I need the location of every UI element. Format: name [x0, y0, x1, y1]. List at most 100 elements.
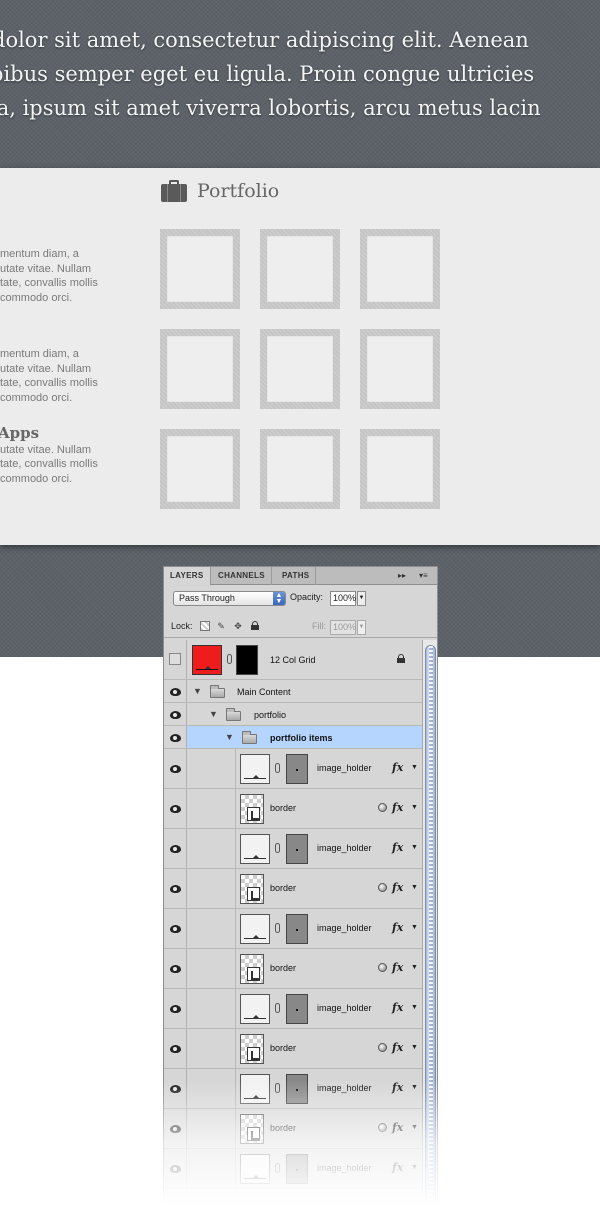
visibility-off-icon[interactable] — [169, 653, 181, 665]
layer-row[interactable]: border fx ▼ — [164, 1029, 422, 1069]
eye-icon[interactable] — [170, 688, 181, 696]
layer-row[interactable]: image_holder fx ▼ — [164, 1149, 422, 1189]
fill-dropdown-icon[interactable]: ▼ — [357, 620, 366, 635]
lock-brush-icon[interactable]: ✎ — [216, 621, 226, 631]
eye-icon[interactable] — [170, 1005, 181, 1013]
layer-row[interactable]: image_holder fx ▼ — [164, 829, 422, 869]
hero-text-line: pibus semper eget eu ligula. Proin congu… — [0, 62, 535, 86]
blend-mode-select[interactable]: Pass Through ▲ ▼ — [173, 591, 286, 606]
portfolio-thumbnail[interactable] — [360, 429, 440, 509]
fx-icon[interactable]: fx — [392, 961, 403, 974]
expand-effects-icon[interactable]: ▼ — [411, 964, 418, 971]
fx-icon[interactable]: fx — [392, 921, 403, 934]
layer-row-grid[interactable]: 12 Col Grid — [164, 640, 422, 680]
portfolio-thumbnail[interactable] — [260, 229, 340, 309]
link-icon[interactable] — [275, 763, 280, 773]
layer-row[interactable]: border fx ▼ — [164, 789, 422, 829]
tab-channels[interactable]: CHANNELS — [212, 567, 272, 585]
portfolio-thumbnail[interactable] — [160, 329, 240, 409]
link-icon[interactable] — [275, 923, 280, 933]
eye-icon[interactable] — [170, 1045, 181, 1053]
eye-icon[interactable] — [170, 965, 181, 973]
link-icon[interactable] — [227, 654, 232, 664]
fx-icon[interactable]: fx — [392, 1041, 403, 1054]
layer-row[interactable]: image_holder fx ▼ — [164, 749, 422, 789]
portfolio-thumbnail[interactable] — [360, 229, 440, 309]
layer-thumbnail — [240, 1154, 270, 1184]
layers-scrollbar[interactable] — [422, 640, 437, 1205]
portfolio-thumbnail[interactable] — [260, 329, 340, 409]
eye-icon[interactable] — [170, 711, 181, 719]
expand-effects-icon[interactable]: ▼ — [411, 764, 418, 771]
portfolio-title: Portfolio — [197, 180, 280, 202]
opacity-dropdown-icon[interactable]: ▼ — [357, 591, 366, 606]
eye-icon[interactable] — [170, 885, 181, 893]
eye-icon[interactable] — [170, 845, 181, 853]
opacity-field[interactable]: 100% — [330, 591, 356, 606]
eye-icon[interactable] — [170, 805, 181, 813]
link-icon[interactable] — [275, 1163, 280, 1173]
group-main-content[interactable]: ▼ Main Content — [164, 680, 422, 703]
lock-transparency-icon[interactable] — [200, 621, 210, 631]
disclosure-triangle-icon[interactable]: ▼ — [225, 732, 234, 742]
portfolio-thumbnail[interactable] — [160, 229, 240, 309]
disclosure-triangle-icon[interactable]: ▼ — [193, 686, 202, 696]
portfolio-grid — [160, 229, 440, 509]
expand-effects-icon[interactable]: ▼ — [411, 884, 418, 891]
expand-effects-icon[interactable]: ▼ — [411, 1004, 418, 1011]
fill-field[interactable]: 100% — [330, 620, 356, 635]
layer-thumbnail — [240, 914, 270, 944]
layer-row[interactable]: image_holder fx ▼ — [164, 909, 422, 949]
layer-thumbnail — [240, 954, 264, 984]
eye-icon[interactable] — [170, 765, 181, 773]
eye-icon[interactable] — [170, 1125, 181, 1133]
lock-all-icon[interactable] — [250, 621, 260, 631]
link-icon[interactable] — [275, 843, 280, 853]
expand-effects-icon[interactable]: ▼ — [411, 924, 418, 931]
eye-icon[interactable] — [170, 1165, 181, 1173]
fx-icon[interactable]: fx — [392, 801, 403, 814]
layer-name: image_holder — [317, 923, 372, 933]
fx-icon[interactable]: fx — [392, 1121, 403, 1134]
scrollbar-thumb[interactable] — [425, 645, 436, 1205]
expand-effects-icon[interactable]: ▼ — [411, 1124, 418, 1131]
eye-icon[interactable] — [170, 734, 181, 742]
layer-name: border — [270, 883, 297, 893]
link-icon[interactable] — [275, 1003, 280, 1013]
expand-effects-icon[interactable]: ▼ — [411, 1044, 418, 1051]
expand-effects-icon[interactable]: ▼ — [411, 1164, 418, 1171]
tab-paths[interactable]: PATHS — [276, 567, 317, 585]
fx-icon[interactable]: fx — [392, 761, 403, 774]
layers-panel: LAYERS CHANNELS PATHS ▸▸ ▾≡ Pass Through… — [163, 566, 438, 1206]
layer-mask-thumbnail — [286, 834, 308, 864]
eye-icon[interactable] — [170, 1085, 181, 1093]
fx-icon[interactable]: fx — [392, 881, 403, 894]
layer-row[interactable]: border fx ▼ — [164, 1109, 422, 1149]
fx-icon[interactable]: fx — [392, 1081, 403, 1094]
layer-name: border — [270, 1123, 297, 1133]
layer-row[interactable]: image_holder fx ▼ — [164, 1069, 422, 1109]
layer-row[interactable]: image_holder fx ▼ — [164, 989, 422, 1029]
fx-icon[interactable]: fx — [392, 1161, 403, 1174]
eye-icon[interactable] — [170, 925, 181, 933]
group-portfolio-items[interactable]: ▼ portfolio items — [164, 726, 422, 749]
portfolio-thumbnail[interactable] — [260, 429, 340, 509]
expand-effects-icon[interactable]: ▼ — [411, 804, 418, 811]
layer-row[interactable]: border fx ▼ — [164, 869, 422, 909]
collapse-icon[interactable]: ▸▸ — [398, 567, 406, 585]
expand-effects-icon[interactable]: ▼ — [411, 1084, 418, 1091]
layer-row[interactable]: border fx ▼ — [164, 949, 422, 989]
expand-effects-icon[interactable]: ▼ — [411, 844, 418, 851]
layer-thumbnail — [240, 1074, 270, 1104]
lock-move-icon[interactable]: ✥ — [233, 621, 243, 631]
group-portfolio[interactable]: ▼ portfolio — [164, 703, 422, 726]
portfolio-thumbnail[interactable] — [360, 329, 440, 409]
panel-menu-icon[interactable]: ▾≡ — [419, 567, 428, 585]
fx-icon[interactable]: fx — [392, 841, 403, 854]
disclosure-triangle-icon[interactable]: ▼ — [209, 709, 218, 719]
layer-name: 12 Col Grid — [270, 655, 316, 665]
tab-layers[interactable]: LAYERS — [164, 567, 211, 586]
link-icon[interactable] — [275, 1083, 280, 1093]
portfolio-thumbnail[interactable] — [160, 429, 240, 509]
fx-icon[interactable]: fx — [392, 1001, 403, 1014]
